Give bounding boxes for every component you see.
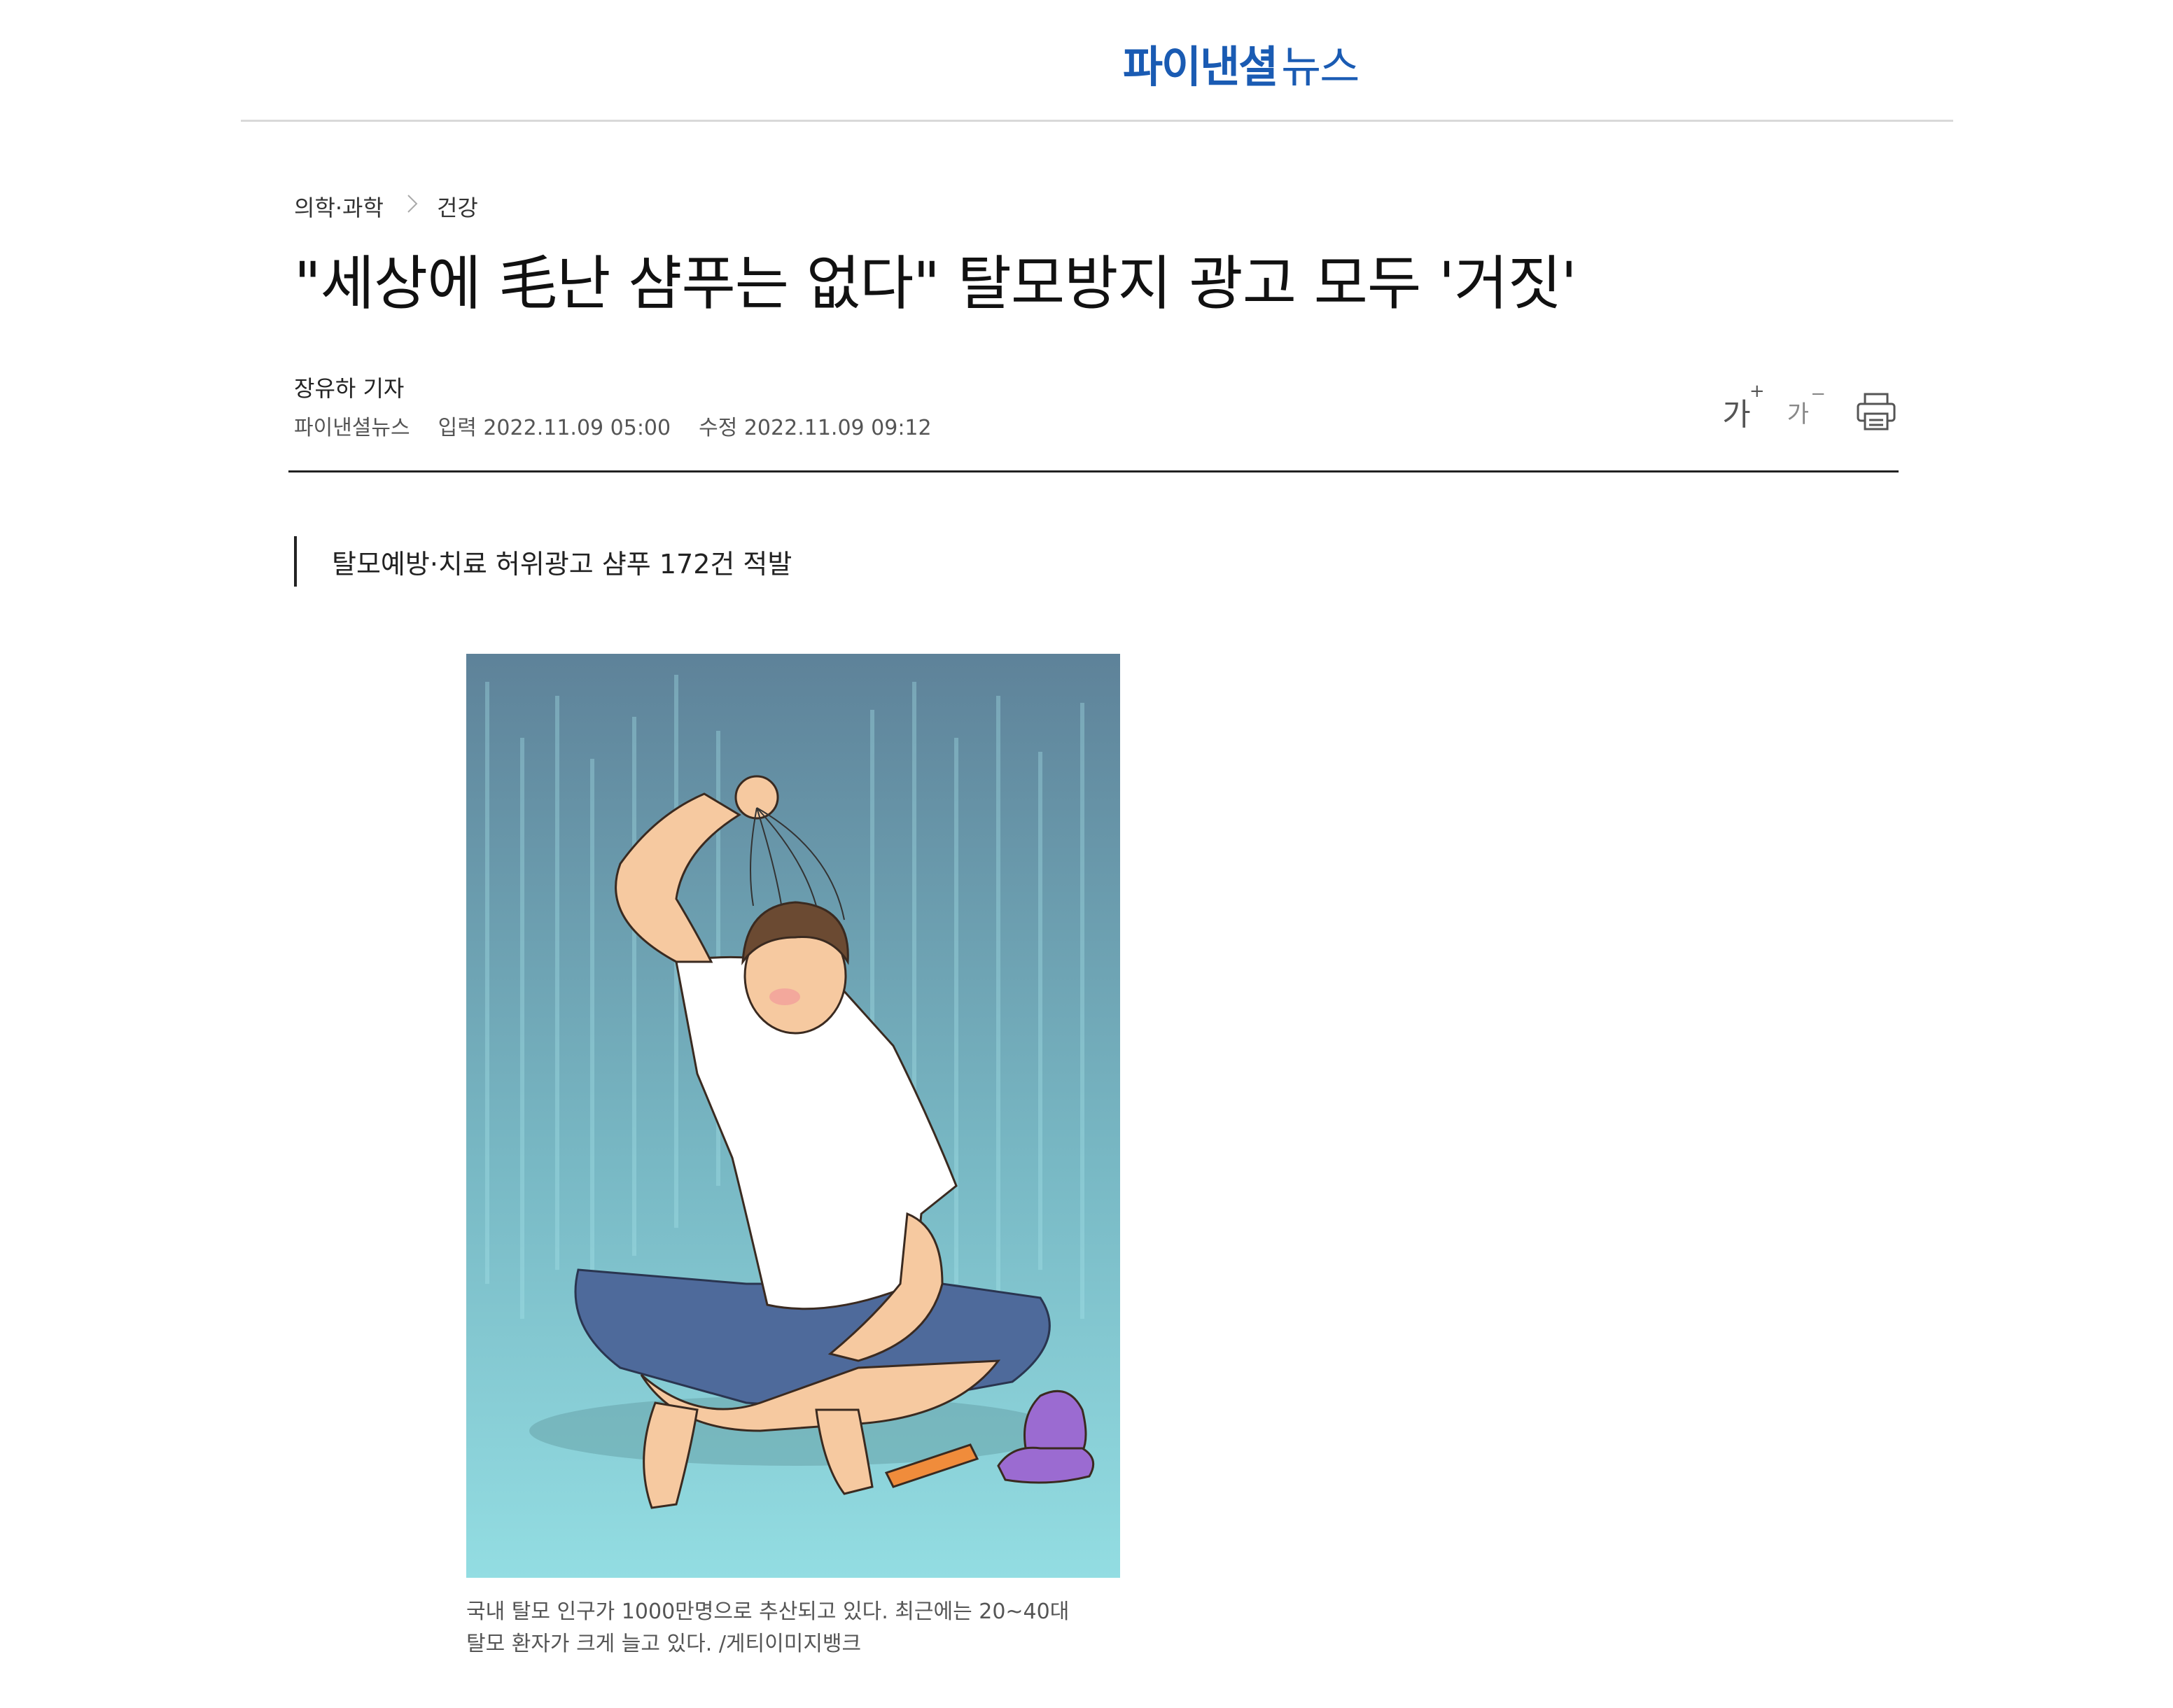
article-illustration [466,654,1120,1578]
font-decrease-button[interactable]: 가 − [1787,384,1826,429]
site-header: 파이낸셜 뉴스 [241,0,1953,122]
plus-icon: + [1749,381,1765,402]
header-divider [288,470,1899,472]
font-increase-button[interactable]: 가 + [1722,381,1764,434]
image-caption: 국내 탈모 인구가 1000만명으로 추산되고 있다. 최근에는 20~40대 … [466,1596,1096,1660]
publisher-name: 파이낸셜뉴스 [294,416,410,440]
caption-line-2: 탈모 환자가 크게 늘고 있다. /게티이미지뱅크 [466,1632,862,1656]
reporter-name[interactable]: 장유하 기자 [294,371,404,403]
printer-icon[interactable] [1855,392,1897,431]
caption-line-1: 국내 탈모 인구가 1000만명으로 추산되고 있다. 최근에는 20~40대 [466,1600,1070,1624]
article-subheading: 탈모예방·치료 허위광고 샴푸 172건 적발 [294,536,792,587]
breadcrumb-subsection[interactable]: 건강 [437,190,478,223]
logo-light-text: 뉴스 [1281,41,1360,92]
article-tools: 가 + 가 − [1722,381,1897,434]
font-increase-label: 가 [1722,397,1751,433]
logo-bold-text: 파이낸셜 [1123,41,1278,92]
modified-date: 수정 2022.11.09 09:12 [699,416,932,440]
minus-icon: − [1810,383,1826,405]
breadcrumb-section[interactable]: 의학·과학 [294,190,384,223]
page: 파이낸셜 뉴스 의학·과학 건강 "세상에 毛난 샴푸는 없다" 탈모방지 광고… [0,0,2173,1708]
site-logo[interactable]: 파이낸셜 뉴스 [1123,36,1360,92]
article-meta: 파이낸셜뉴스 입력 2022.11.09 05:00 수정 2022.11.09… [294,410,960,441]
published-date: 입력 2022.11.09 05:00 [438,416,671,440]
article-headline: "세상에 毛난 샴푸는 없다" 탈모방지 광고 모두 '거짓' [294,249,1577,318]
font-decrease-label: 가 [1787,400,1809,428]
chevron-right-icon [406,193,419,220]
breadcrumb: 의학·과학 건강 [294,189,478,224]
